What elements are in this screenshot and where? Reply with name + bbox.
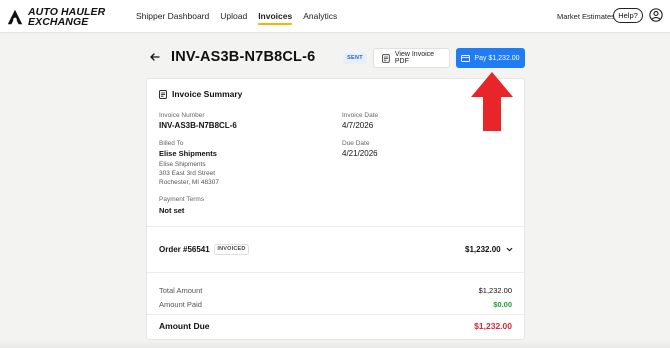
payment-terms-label: Payment Terms [159, 196, 205, 203]
amount-paid-label: Amount Paid [159, 300, 202, 309]
brand-line-2: EXCHANGE [28, 16, 89, 28]
invoice-summary-heading: Invoice Summary [159, 89, 242, 99]
nav-analytics[interactable]: Analytics [303, 11, 337, 21]
page-title: INV-AS3B-N7B8CL-6 [171, 49, 316, 65]
invoice-number-value: INV-AS3B-N7B8CL-6 [159, 121, 237, 130]
invoice-summary-card: Invoice Summary Invoice Number INV-AS3B-… [146, 78, 525, 340]
billed-to-label: Billed To [159, 140, 184, 147]
invoice-doc-icon [159, 89, 167, 99]
nav-shipper-dashboard[interactable]: Shipper Dashboard [136, 11, 209, 21]
page-footer-shadow [0, 340, 670, 348]
user-circle-icon[interactable] [649, 8, 663, 22]
amount-paid-value: $0.00 [493, 300, 512, 309]
order-status-badge: INVOICED [214, 244, 249, 255]
order-title: Order #56541 [159, 245, 210, 254]
totals-divider [147, 272, 524, 273]
invoice-date-label: Invoice Date [342, 112, 379, 119]
address-line-1: Elise Shipments [159, 161, 206, 168]
back-arrow-icon[interactable] [149, 51, 161, 63]
main-nav: Shipper Dashboard Upload Invoices Analyt… [136, 11, 348, 25]
brand-logo[interactable]: AUTO HAULER EXCHANGE [6, 5, 105, 29]
address-line-3: Rochester, MI 48307 [159, 179, 219, 186]
red-up-arrow-annotation [471, 72, 513, 131]
invoice-number-label: Invoice Number [159, 112, 205, 119]
payment-terms-value: Not set [159, 206, 185, 215]
due-date-label: Due Date [342, 140, 370, 147]
top-nav-bar: AUTO HAULER EXCHANGE Shipper Dashboard U… [0, 0, 670, 33]
due-divider [147, 314, 524, 315]
nav-upload[interactable]: Upload [220, 11, 247, 21]
address-line-2: 303 East 3rd Street [159, 170, 216, 177]
help-button[interactable]: Help? [613, 8, 643, 23]
invoice-summary-title: Invoice Summary [172, 89, 243, 99]
logo-mark-icon [7, 9, 23, 25]
section-divider [147, 226, 524, 227]
view-invoice-pdf-button[interactable]: View Invoice PDF [373, 48, 450, 68]
billed-to-name: Elise Shipments [159, 149, 217, 158]
market-estimates-link[interactable]: Market Estimates [557, 12, 615, 21]
brand-wordmark: AUTO HAULER EXCHANGE [28, 7, 105, 28]
total-amount-label: Total Amount [159, 286, 203, 295]
document-icon [382, 53, 390, 63]
invoice-date-value: 4/7/2026 [342, 121, 374, 130]
total-amount-value: $1,232.00 [478, 286, 512, 295]
amount-due-value: $1,232.00 [474, 321, 512, 331]
view-invoice-pdf-label: View Invoice PDF [394, 51, 435, 65]
pay-button-label: Pay $1,232.00 [474, 54, 520, 62]
status-badge: SENT [343, 53, 367, 64]
due-date-value: 4/21/2026 [342, 149, 378, 158]
billing-address: Elise Shipments 303 East 3rd Street Roch… [159, 160, 219, 187]
chevron-down-icon[interactable] [505, 245, 514, 254]
order-amount: $1,232.00 [465, 245, 501, 254]
amount-due-label: Amount Due [159, 321, 210, 331]
nav-invoices[interactable]: Invoices [258, 11, 293, 25]
pay-button[interactable]: Pay $1,232.00 [456, 48, 525, 68]
credit-card-icon [461, 54, 471, 62]
